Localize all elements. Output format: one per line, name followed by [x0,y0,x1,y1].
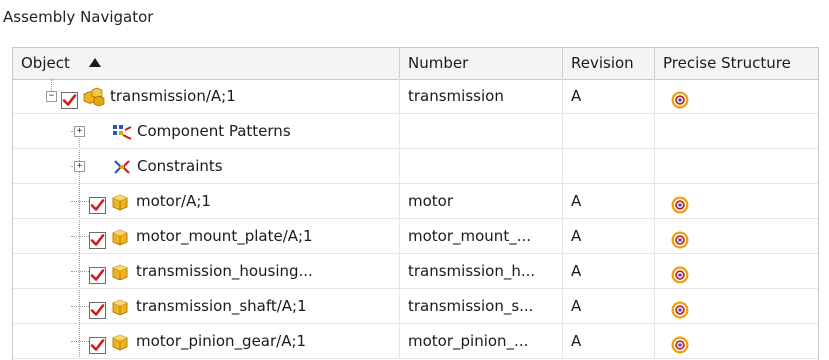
number-cell: motor_pinion_... [400,324,563,358]
object-label: motor_pinion_gear/A;1 [136,332,307,350]
revision-cell: A [563,289,655,323]
assembly-icon [82,85,106,113]
object-cell: + Component Patterns [13,114,400,148]
revision-cell [563,114,655,148]
object-cell: + Constraints [13,149,400,183]
tree-row[interactable]: − transmission/A;1 transmission A [13,79,818,114]
precise-structure-cell [655,289,818,323]
precise-structure-cell [655,114,818,148]
precise-structure-cell [655,184,818,218]
revision-cell: A [563,324,655,358]
number-cell: transmission_h... [400,254,563,288]
expand-icon[interactable]: + [74,161,85,172]
expand-icon[interactable]: + [74,126,85,137]
revision-cell [563,149,655,183]
precise-target-icon[interactable] [671,332,689,358]
precise-structure-cell [655,254,818,288]
object-label: Constraints [137,157,223,175]
panel-title: Assembly Navigator [3,8,154,26]
checkbox-checked-icon[interactable] [89,262,106,288]
object-label: Component Patterns [137,122,291,140]
checkbox-checked-icon[interactable] [89,227,106,253]
revision-cell: A [563,79,655,113]
revision-cell: A [563,254,655,288]
part-icon [110,190,130,218]
object-cell: transmission_shaft/A;1 [13,289,400,323]
object-cell: motor_pinion_gear/A;1 [13,324,400,358]
precise-target-icon[interactable] [671,262,689,288]
precise-target-icon[interactable] [671,227,689,253]
part-icon [110,225,130,253]
object-cell: motor_mount_plate/A;1 [13,219,400,253]
column-header-object-label: Object [21,54,70,72]
sort-ascending-icon [88,58,101,67]
checkbox-checked-icon[interactable] [89,332,106,358]
column-header-precise-structure[interactable]: Precise Structure [655,48,818,79]
column-header-revision[interactable]: Revision [563,48,655,79]
number-cell: motor [400,184,563,218]
collapse-icon[interactable]: − [46,91,57,102]
object-label: motor/A;1 [136,192,211,210]
precise-structure-cell [655,219,818,253]
tree-row[interactable]: motor/A;1 motor A [13,184,818,219]
revision-cell: A [563,219,655,253]
column-header-number[interactable]: Number [400,48,563,79]
number-cell: transmission [400,79,563,113]
precise-target-icon[interactable] [671,192,689,218]
constraints-icon [111,155,133,183]
table-header: Object Number Revision Precise Structure [13,48,818,80]
precise-target-icon[interactable] [671,297,689,323]
number-cell [400,149,563,183]
precise-structure-cell [655,149,818,183]
tree-row[interactable]: transmission_shaft/A;1 transmission_s... A [13,289,818,324]
number-cell: motor_mount_... [400,219,563,253]
object-cell: transmission_housing... [13,254,400,288]
component-patterns-icon [111,120,133,148]
part-icon [110,330,130,358]
tree-row[interactable]: motor_mount_plate/A;1 motor_mount_... A [13,219,818,254]
object-label: transmission/A;1 [110,87,236,105]
precise-structure-cell [655,79,818,113]
part-icon [110,260,130,288]
object-label: motor_mount_plate/A;1 [136,227,313,245]
object-cell: motor/A;1 [13,184,400,218]
precise-structure-cell [655,324,818,358]
checkbox-checked-icon[interactable] [61,87,78,113]
object-label: transmission_shaft/A;1 [136,297,307,315]
number-cell: transmission_s... [400,289,563,323]
tree-row[interactable]: + Component Patterns [13,114,818,149]
object-label: transmission_housing... [136,262,313,280]
tree-row[interactable]: + Constraints [13,149,818,184]
checkbox-checked-icon[interactable] [89,297,106,323]
column-header-object[interactable]: Object [13,48,400,79]
tree-row[interactable]: motor_pinion_gear/A;1 motor_pinion_... A [13,324,818,359]
assembly-tree-table: Object Number Revision Precise Structure… [12,47,819,360]
revision-cell: A [563,184,655,218]
number-cell [400,114,563,148]
tree-row[interactable]: transmission_housing... transmission_h...… [13,254,818,289]
part-icon [110,295,130,323]
precise-target-icon[interactable] [671,87,689,113]
checkbox-checked-icon[interactable] [89,192,106,218]
object-cell: − transmission/A;1 [13,79,400,113]
